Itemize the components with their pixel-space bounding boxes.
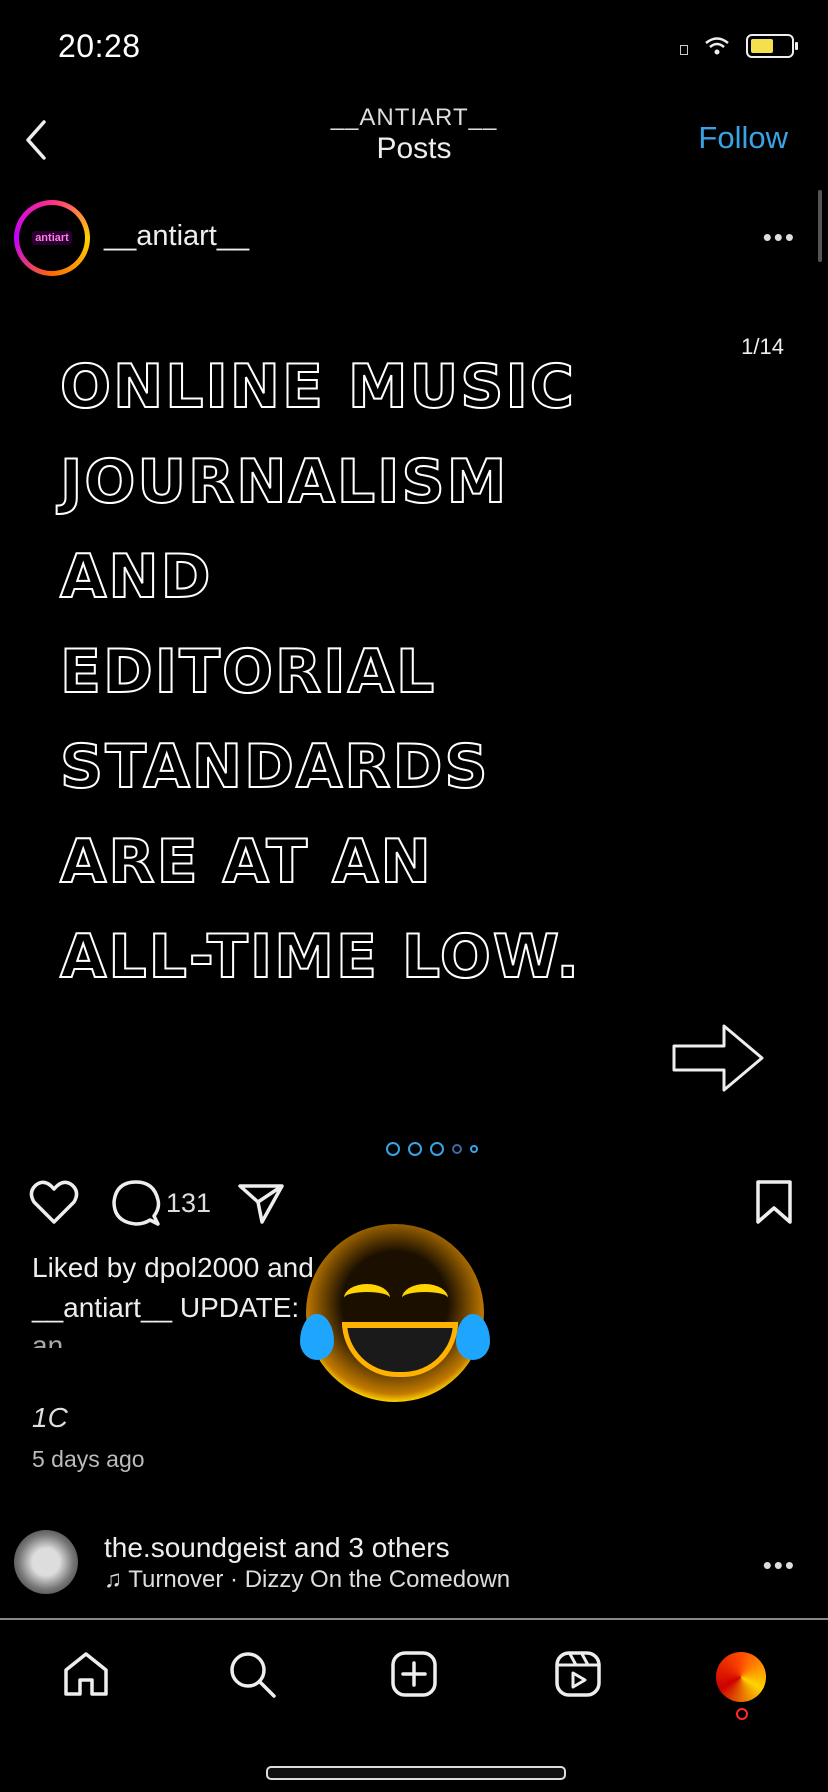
carousel-dots bbox=[386, 1142, 478, 1156]
next-post-avatar[interactable] bbox=[14, 1530, 78, 1594]
like-icon[interactable] bbox=[28, 1178, 80, 1226]
create-post-icon[interactable] bbox=[388, 1648, 440, 1700]
arrow-right-icon bbox=[672, 1024, 764, 1092]
image-line: JOURNALISM bbox=[59, 446, 509, 518]
avatar-label: antiart bbox=[32, 231, 72, 245]
avatar[interactable]: antiart bbox=[14, 200, 90, 276]
share-icon[interactable] bbox=[236, 1178, 286, 1228]
caption[interactable]: __antiart__ UPDATE: bbox=[32, 1292, 299, 1324]
next-post-audio[interactable]: ♫ Turnover · Dizzy On the Comedown bbox=[104, 1566, 510, 1594]
scrollbar[interactable] bbox=[818, 190, 822, 262]
carousel-dot bbox=[430, 1142, 444, 1156]
music-note-icon: ♫ bbox=[104, 1566, 129, 1593]
post-image-text[interactable]: ONLINE MUSIC JOURNALISM AND EDITORIAL ST… bbox=[59, 340, 581, 1005]
comment-count: 131 bbox=[166, 1188, 212, 1218]
carousel-dot bbox=[470, 1145, 478, 1153]
liked-by[interactable]: Liked by dpol2000 and bbox=[32, 1252, 314, 1284]
home-icon[interactable] bbox=[60, 1648, 112, 1700]
more-options-icon[interactable]: ••• bbox=[763, 222, 796, 253]
battery-icon bbox=[746, 34, 798, 58]
image-line: ONLINE MUSIC bbox=[59, 351, 576, 423]
notification-dot bbox=[736, 1708, 748, 1720]
carousel-dot bbox=[408, 1142, 422, 1156]
image-line: STANDARDS bbox=[59, 731, 490, 803]
carousel-dot bbox=[452, 1144, 462, 1154]
image-line: EDITORIAL bbox=[59, 636, 437, 708]
divider bbox=[0, 1618, 828, 1620]
status-time: 20:28 bbox=[58, 28, 141, 64]
laughing-emoji-icon bbox=[300, 1224, 490, 1402]
obscured-text: 1C bbox=[32, 1402, 68, 1433]
image-line: AND bbox=[59, 541, 213, 613]
audio-label: Turnover · Dizzy On the Comedown bbox=[128, 1566, 511, 1593]
status-icons bbox=[680, 34, 798, 58]
image-line: ARE AT AN bbox=[59, 826, 433, 898]
image-line: ALL-TIME LOW. bbox=[59, 921, 581, 993]
more-options-icon[interactable]: ••• bbox=[763, 1550, 796, 1581]
signal-icon bbox=[680, 45, 688, 55]
bookmark-icon[interactable] bbox=[754, 1178, 794, 1226]
search-icon[interactable] bbox=[226, 1648, 278, 1700]
follow-button[interactable]: Follow bbox=[698, 120, 788, 156]
profile-tab-avatar[interactable] bbox=[716, 1652, 766, 1702]
carousel-dot bbox=[386, 1142, 400, 1156]
post-timestamp: 5 days ago bbox=[32, 1446, 145, 1472]
comment-icon[interactable] bbox=[110, 1178, 162, 1228]
home-indicator[interactable] bbox=[266, 1766, 566, 1780]
caption-continued: an bbox=[32, 1330, 64, 1348]
post-username[interactable]: __antiart__ bbox=[104, 220, 249, 253]
reels-icon[interactable] bbox=[552, 1648, 604, 1700]
wifi-icon bbox=[705, 37, 729, 55]
carousel-counter: 1/14 bbox=[741, 334, 784, 359]
next-post-username[interactable]: the.soundgeist and 3 others bbox=[104, 1532, 450, 1564]
